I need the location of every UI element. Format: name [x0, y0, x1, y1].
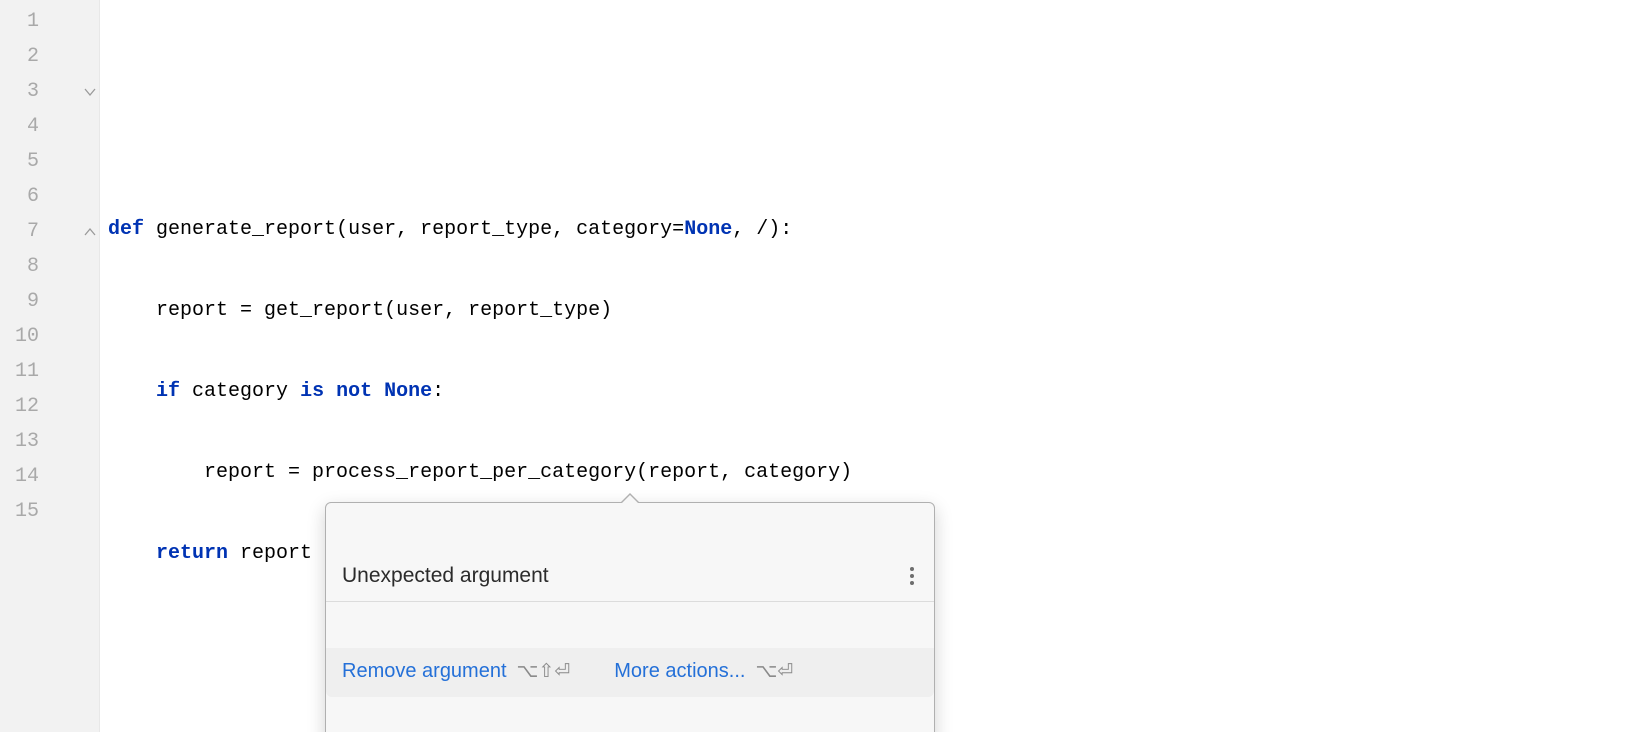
code-line[interactable]: def generate_report(user, report_type, c…	[108, 212, 1632, 247]
code-editor[interactable]: 1 2 3 4 5 6 7 8 9 10 11 12 13 14 15 def …	[0, 0, 1632, 732]
identifier: generate_report	[156, 218, 336, 241]
line-number: 14	[0, 459, 99, 494]
inspection-tooltip: Unexpected argument Remove argument ⌥⇧⏎ …	[325, 502, 935, 732]
line-number: 3	[0, 74, 99, 109]
line-number: 6	[0, 179, 99, 214]
line-number: 2	[0, 39, 99, 74]
line-number: 11	[0, 354, 99, 389]
line-number: 12	[0, 389, 99, 424]
code-line[interactable]: if category is not None:	[108, 374, 1632, 409]
keyword-if: if	[156, 380, 180, 403]
line-number-gutter: 1 2 3 4 5 6 7 8 9 10 11 12 13 14 15	[0, 0, 100, 732]
fold-end-icon[interactable]	[84, 226, 96, 238]
line-number: 9	[0, 284, 99, 319]
line-number: 8	[0, 249, 99, 284]
line-number: 10	[0, 319, 99, 354]
line-number: 13	[0, 424, 99, 459]
line-number: 4	[0, 109, 99, 144]
keyword-def: def	[108, 218, 144, 241]
shortcut-label: ⌥⏎	[755, 660, 793, 683]
keyword-return: return	[156, 542, 228, 565]
tooltip-title: Unexpected argument	[342, 564, 549, 588]
fold-start-icon[interactable]	[84, 86, 96, 98]
kebab-menu-icon[interactable]	[906, 563, 918, 589]
line-number: 5	[0, 144, 99, 179]
shortcut-label: ⌥⇧⏎	[517, 660, 571, 683]
builtin-none: None	[684, 218, 732, 241]
line-number: 7	[0, 214, 99, 249]
code-line[interactable]: report = process_report_per_category(rep…	[108, 455, 1632, 490]
code-area[interactable]: def generate_report(user, report_type, c…	[100, 0, 1632, 732]
tooltip-actions: Remove argument ⌥⇧⏎ More actions... ⌥⏎	[326, 648, 934, 697]
code-line[interactable]	[108, 131, 1632, 166]
code-line[interactable]: report = get_report(user, report_type)	[108, 293, 1632, 328]
code-line[interactable]	[108, 50, 1632, 85]
line-number: 15	[0, 494, 99, 529]
more-actions[interactable]: More actions...	[614, 660, 745, 683]
remove-argument-action[interactable]: Remove argument	[342, 660, 507, 683]
line-number: 1	[0, 4, 99, 39]
tooltip-header: Unexpected argument	[326, 549, 934, 602]
